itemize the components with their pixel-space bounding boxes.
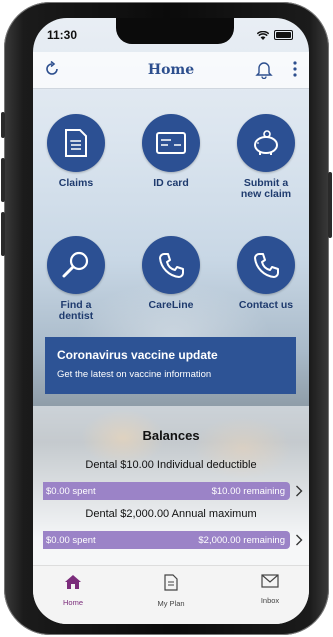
careline-label: CareLine	[148, 299, 194, 311]
tab-home[interactable]: Home	[43, 574, 103, 607]
piggy-bank-icon	[254, 130, 278, 155]
status-time: 11:30	[47, 28, 78, 42]
document-icon	[164, 574, 178, 591]
id-card-label: ID card	[153, 177, 189, 189]
contact-us-button[interactable]	[237, 236, 295, 294]
document-icon	[65, 129, 87, 157]
id-card-button[interactable]	[142, 114, 200, 172]
submit-claim-button[interactable]	[237, 114, 295, 172]
magnifier-icon	[62, 251, 89, 278]
submit-claim-tile[interactable]: Submit a new claim	[220, 114, 309, 200]
tab-my-plan[interactable]: My Plan	[141, 574, 201, 608]
deductible-label: Dental $10.00 Individual deductible	[85, 459, 257, 471]
phone-icon	[159, 253, 184, 278]
app-header: Home	[33, 52, 309, 89]
phone-frame: 11:30 Home Claims ID card Submit a new c…	[1, 2, 332, 635]
claims-button[interactable]	[47, 114, 105, 172]
tab-home-label: Home	[62, 598, 83, 607]
notch	[116, 18, 234, 44]
wifi-icon	[257, 30, 269, 40]
find-dentist-label: Find a dentist	[58, 299, 94, 322]
bottom-tab-bar: Home My Plan Inbox	[33, 565, 309, 624]
deductible-bar[interactable]: $0.00 spent $10.00 remaining	[43, 482, 290, 500]
id-card-tile[interactable]: ID card	[125, 114, 217, 189]
refresh-icon[interactable]	[43, 60, 61, 78]
chevron-right-icon[interactable]	[295, 534, 303, 546]
bell-icon[interactable]	[255, 59, 273, 79]
annual-max-label: Dental $2,000.00 Annual maximum	[85, 508, 257, 520]
tab-my-plan-label: My Plan	[157, 599, 185, 608]
banner-subtitle: Get the latest on vaccine information	[57, 369, 212, 380]
annual-max-spent: $0.00 spent	[46, 534, 96, 546]
chevron-right-icon[interactable]	[295, 485, 303, 497]
balances-title: Balances	[142, 428, 200, 443]
deductible-remaining: $10.00 remaining	[211, 485, 285, 497]
claims-label: Claims	[58, 177, 94, 189]
volume-down-button	[1, 212, 5, 256]
deductible-spent: $0.00 spent	[46, 485, 96, 497]
battery-icon	[274, 30, 293, 40]
mute-switch	[1, 112, 5, 138]
phone-icon	[254, 253, 279, 278]
balances-section: Balances Dental $10.00 Individual deduct…	[33, 406, 309, 566]
careline-button[interactable]	[142, 236, 200, 294]
careline-tile[interactable]: CareLine	[125, 236, 217, 311]
annual-max-remaining: $2,000.00 remaining	[198, 534, 285, 546]
tab-inbox[interactable]: Inbox	[240, 574, 300, 605]
volume-up-button	[1, 158, 5, 202]
power-button	[328, 172, 332, 238]
more-menu-icon[interactable]	[293, 61, 297, 77]
contact-us-label: Contact us	[238, 299, 294, 311]
vaccine-update-banner[interactable]: Coronavirus vaccine update Get the lates…	[45, 337, 296, 394]
tab-inbox-label: Inbox	[260, 596, 280, 605]
submit-claim-label: Submit a new claim	[240, 177, 292, 200]
find-dentist-tile[interactable]: Find a dentist	[33, 236, 122, 322]
annual-max-bar[interactable]: $0.00 spent $2,000.00 remaining	[43, 531, 290, 549]
page-title: Home	[147, 62, 195, 78]
contact-us-tile[interactable]: Contact us	[220, 236, 309, 311]
find-dentist-button[interactable]	[47, 236, 105, 294]
envelope-icon	[261, 574, 279, 588]
id-card-icon	[156, 132, 186, 154]
banner-title: Coronavirus vaccine update	[57, 348, 218, 362]
house-icon	[65, 575, 81, 589]
screen: 11:30 Home Claims ID card Submit a new c…	[33, 18, 309, 624]
claims-tile[interactable]: Claims	[33, 114, 122, 189]
